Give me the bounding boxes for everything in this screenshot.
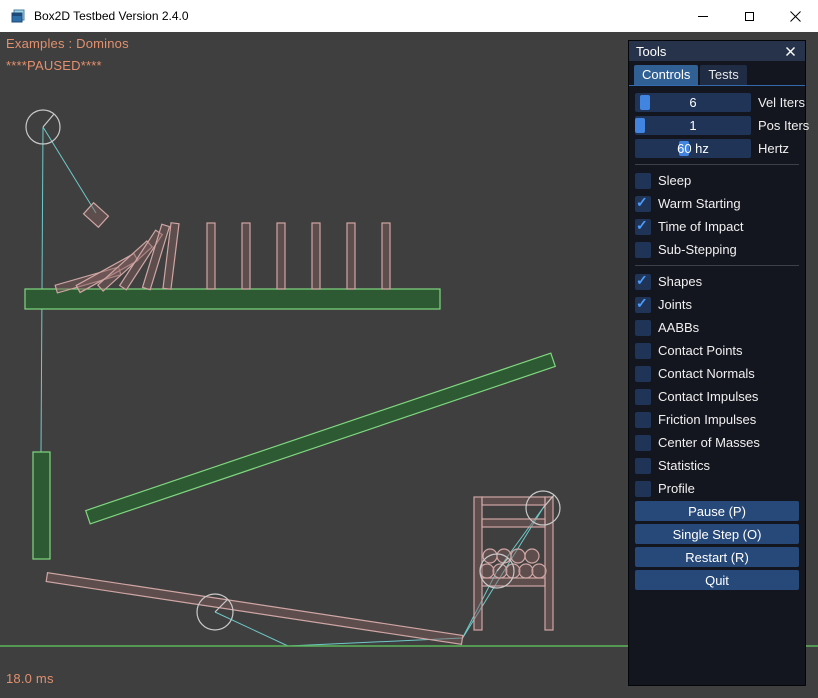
tab-tests-label: Tests — [708, 67, 738, 82]
checkbox-label: Contact Normals — [658, 366, 755, 381]
tilted-plank — [46, 573, 463, 645]
tools-panel: Tools Controls Tests 6 Vel Iters — [628, 40, 806, 686]
hertz-slider[interactable]: 60 hz — [635, 139, 751, 158]
close-icon — [790, 11, 801, 22]
checkbox-center-of-masses[interactable]: ✓ Center of Masses — [635, 431, 799, 454]
checkbox-label: Sleep — [658, 173, 691, 188]
separator — [635, 265, 799, 266]
titlebar: Box2D Testbed Version 2.4.0 — [0, 0, 818, 32]
vertical-plank — [33, 452, 50, 559]
checkbox-profile[interactable]: ✓ Profile — [635, 477, 799, 500]
hertz-row: 60 hz Hertz — [635, 137, 799, 160]
checkbox-label: Statistics — [658, 458, 710, 473]
checkbox-contact-normals[interactable]: ✓ Contact Normals — [635, 362, 799, 385]
checkbox-box: ✓ — [635, 196, 651, 212]
checkbox-box: ✓ — [635, 173, 651, 189]
hertz-value: 60 hz — [635, 139, 751, 158]
checkbox-box: ✓ — [635, 343, 651, 359]
checkbox-label: Warm Starting — [658, 196, 741, 211]
tools-close-icon — [786, 47, 795, 56]
pos-iters-row: 1 Pos Iters — [635, 114, 799, 137]
checkbox-label: Shapes — [658, 274, 702, 289]
checkmark-icon: ✓ — [636, 194, 648, 211]
window-title: Box2D Testbed Version 2.4.0 — [34, 9, 189, 23]
checkbox-box: ✓ — [635, 435, 651, 451]
app-icon — [10, 8, 26, 24]
dynamic-bodies — [46, 203, 553, 645]
checkbox-friction-impulses[interactable]: ✓ Friction Impulses — [635, 408, 799, 431]
pendulum-box — [84, 203, 109, 228]
hertz-label: Hertz — [758, 141, 789, 156]
app-window: Box2D Testbed Version 2.4.0 — [0, 0, 818, 698]
checkmark-icon: ✓ — [636, 272, 648, 289]
tools-content: 6 Vel Iters 1 Pos Iters 60 hz Hertz — [629, 86, 805, 590]
tab-tests[interactable]: Tests — [700, 65, 746, 85]
example-label: Examples : Dominos — [6, 36, 129, 51]
single-step-button[interactable]: Single Step (O) — [635, 524, 799, 544]
vel-iters-label: Vel Iters — [758, 95, 805, 110]
checkbox-label: Center of Masses — [658, 435, 760, 450]
checkbox-shapes[interactable]: ✓ Shapes — [635, 270, 799, 293]
checkbox-box: ✓ — [635, 366, 651, 382]
frame-time-label: 18.0 ms — [6, 671, 54, 686]
checkbox-box: ✓ — [635, 481, 651, 497]
minimize-button[interactable] — [680, 0, 726, 32]
checkbox-box: ✓ — [635, 412, 651, 428]
paused-label: ****PAUSED**** — [6, 58, 102, 73]
checkbox-contact-impulses[interactable]: ✓ Contact Impulses — [635, 385, 799, 408]
checkbox-sub-stepping[interactable]: ✓ Sub-Stepping — [635, 238, 799, 261]
close-button[interactable] — [772, 0, 818, 32]
minimize-icon — [698, 16, 708, 17]
checkbox-statistics[interactable]: ✓ Statistics — [635, 454, 799, 477]
domino-shelf — [25, 289, 440, 309]
checkbox-contact-points[interactable]: ✓ Contact Points — [635, 339, 799, 362]
checkbox-box: ✓ — [635, 320, 651, 336]
window-controls — [680, 0, 818, 32]
checkmark-icon: ✓ — [636, 217, 648, 234]
tools-close-button[interactable] — [783, 44, 798, 59]
pos-iters-value: 1 — [635, 116, 751, 135]
checkbox-label: AABBs — [658, 320, 699, 335]
tab-controls-label: Controls — [642, 67, 690, 82]
vel-iters-slider[interactable]: 6 — [635, 93, 751, 112]
restart-button[interactable]: Restart (R) — [635, 547, 799, 567]
checkbox-box: ✓ — [635, 389, 651, 405]
button-stack: Pause (P) Single Step (O) Restart (R) Qu… — [635, 501, 799, 590]
checkbox-warm-starting[interactable]: ✓ Warm Starting — [635, 192, 799, 215]
maximize-icon — [745, 12, 754, 21]
vel-iters-row: 6 Vel Iters — [635, 91, 799, 114]
checkbox-box: ✓ — [635, 242, 651, 258]
checkbox-joints[interactable]: ✓ Joints — [635, 293, 799, 316]
tools-panel-title: Tools — [636, 44, 666, 59]
checkbox-box: ✓ — [635, 219, 651, 235]
maximize-button[interactable] — [726, 0, 772, 32]
checkbox-label: Time of Impact — [658, 219, 743, 234]
checkbox-label: Sub-Stepping — [658, 242, 737, 257]
separator — [635, 164, 799, 165]
checkbox-aabbs[interactable]: ✓ AABBs — [635, 316, 799, 339]
checkbox-sleep[interactable]: ✓ Sleep — [635, 169, 799, 192]
checkbox-time-of-impact[interactable]: ✓ Time of Impact — [635, 215, 799, 238]
checkbox-label: Contact Impulses — [658, 389, 758, 404]
checkbox-box: ✓ — [635, 458, 651, 474]
tools-tabbar: Controls Tests — [629, 61, 805, 86]
pause-button[interactable]: Pause (P) — [635, 501, 799, 521]
pos-iters-label: Pos Iters — [758, 118, 809, 133]
vel-iters-value: 6 — [635, 93, 751, 112]
checkmark-icon: ✓ — [636, 295, 648, 312]
checkbox-box: ✓ — [635, 274, 651, 290]
checkbox-box: ✓ — [635, 297, 651, 313]
pos-iters-slider[interactable]: 1 — [635, 116, 751, 135]
tools-panel-titlebar[interactable]: Tools — [629, 41, 805, 61]
checkbox-label: Joints — [658, 297, 692, 312]
checkbox-label: Friction Impulses — [658, 412, 756, 427]
checkbox-label: Contact Points — [658, 343, 743, 358]
quit-button[interactable]: Quit — [635, 570, 799, 590]
tab-controls[interactable]: Controls — [634, 65, 698, 85]
checkbox-label: Profile — [658, 481, 695, 496]
